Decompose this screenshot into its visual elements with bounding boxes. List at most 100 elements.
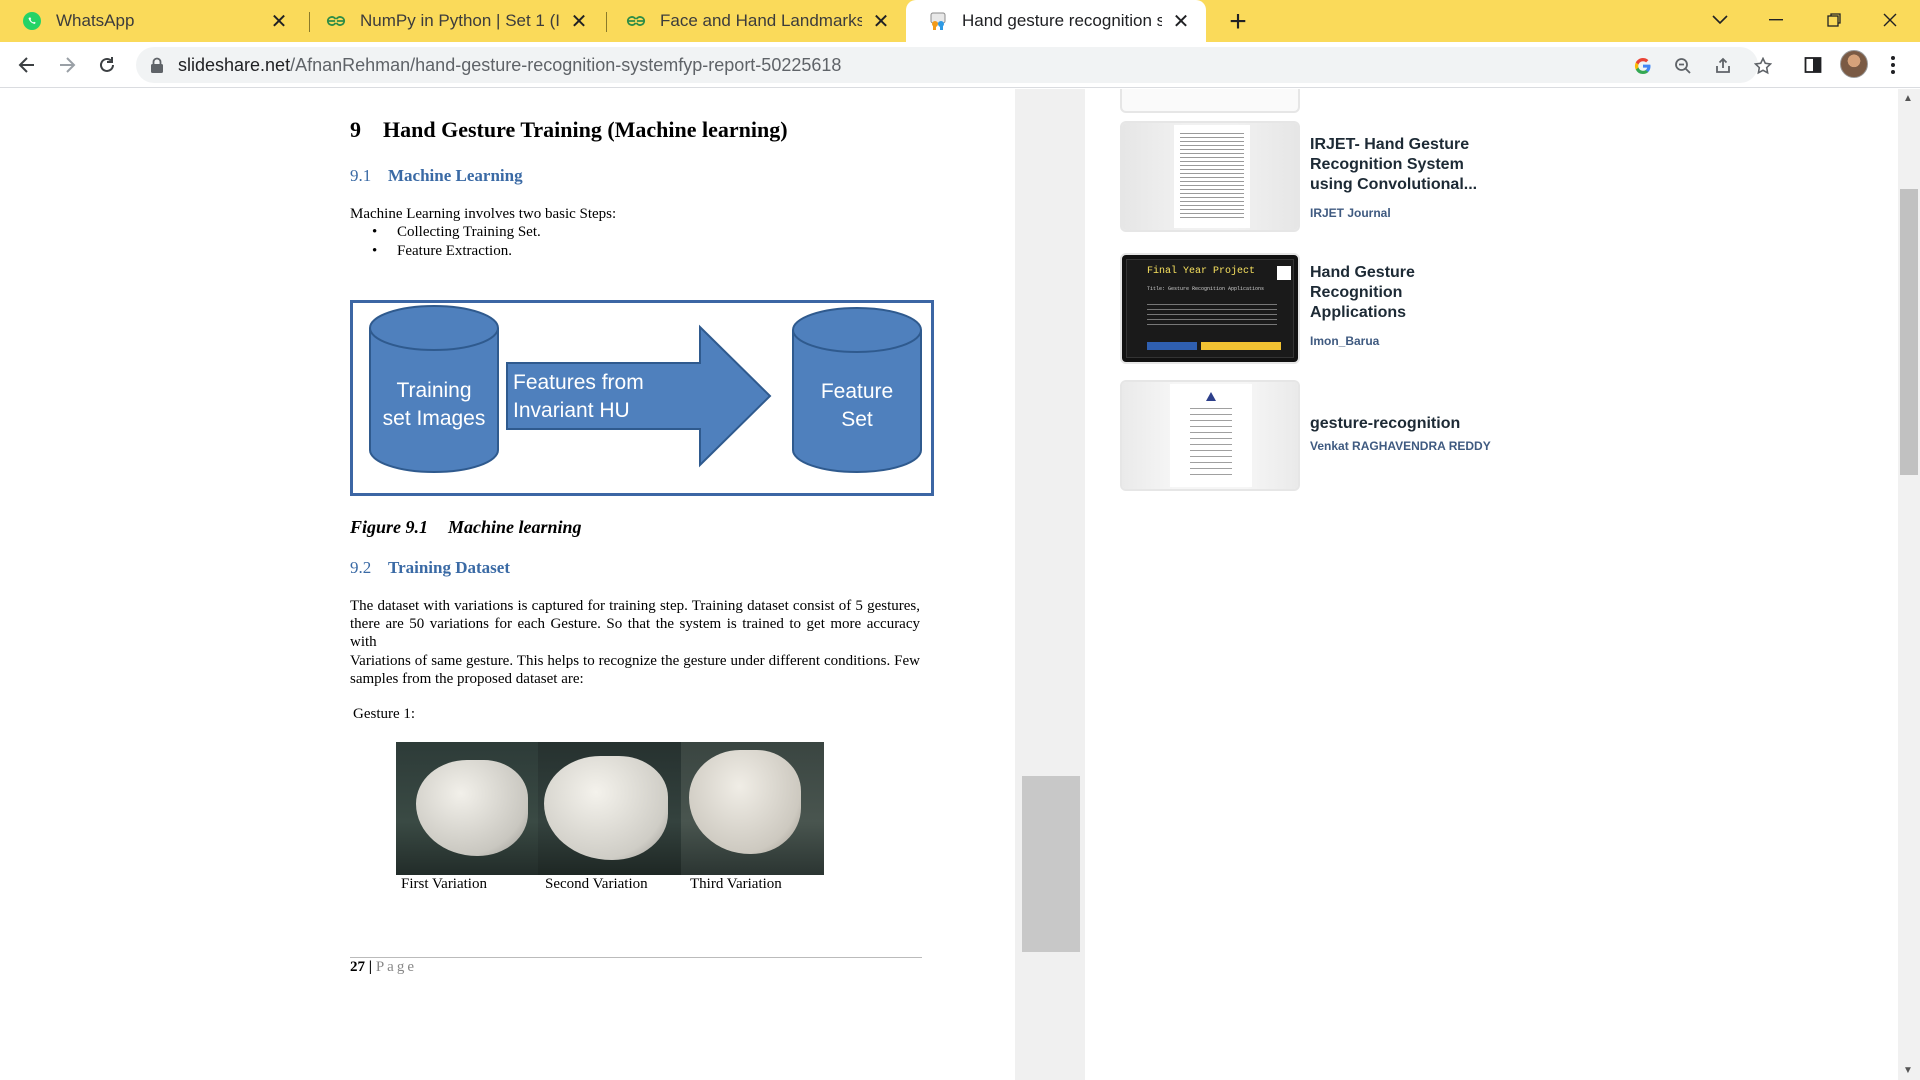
- page-separator: |: [368, 959, 373, 975]
- close-icon[interactable]: ✕: [870, 10, 892, 33]
- related-thumbnail-partial[interactable]: [1120, 89, 1300, 113]
- url-path: /AfnanRehman/hand-gesture-recognition-sy…: [290, 55, 842, 75]
- hand-shape: [689, 750, 801, 854]
- hand-shape: [416, 760, 528, 856]
- related-title[interactable]: Hand Gesture Recognition Applications: [1310, 263, 1490, 323]
- scroll-down-arrow-icon[interactable]: ▼: [1903, 1065, 1913, 1076]
- scroll-up-arrow-icon[interactable]: ▲: [1903, 93, 1913, 104]
- reload-icon[interactable]: [90, 48, 124, 82]
- tab-face-hand[interactable]: Face and Hand Landmarks Detec ✕: [604, 0, 906, 42]
- viewer-scroll-thumb[interactable]: [1022, 776, 1080, 952]
- thumbnail-text-lines: [1190, 408, 1232, 478]
- page-number: 27: [350, 959, 365, 975]
- close-icon[interactable]: ✕: [268, 10, 290, 33]
- gfg-icon: [626, 11, 646, 31]
- menu-kebab-icon[interactable]: [1880, 52, 1906, 78]
- thumbnail-page: [1170, 384, 1252, 487]
- diagram-label-left: Training set Images: [370, 377, 498, 433]
- label-line: Invariant HU: [513, 399, 630, 422]
- label-line: Training: [396, 379, 472, 402]
- gesture-photo: [538, 742, 681, 875]
- profile-avatar[interactable]: [1840, 50, 1868, 78]
- close-icon[interactable]: ✕: [568, 10, 590, 33]
- related-title[interactable]: IRJET- Hand Gesture Recognition System u…: [1310, 135, 1490, 195]
- subsection-number: 9.1: [350, 166, 372, 185]
- label-line: Feature: [820, 380, 894, 403]
- lock-icon[interactable]: [150, 57, 164, 78]
- thumbnail-slide-title: Final Year Project: [1147, 266, 1256, 277]
- related-thumbnail[interactable]: [1120, 121, 1300, 232]
- tab-title: Face and Hand Landmarks Detec: [660, 11, 862, 30]
- google-icon[interactable]: [1632, 55, 1654, 77]
- gesture-photo: [396, 742, 538, 875]
- minimize-icon[interactable]: [1748, 0, 1804, 40]
- gesture-label: Gesture 1:: [353, 706, 416, 722]
- address-bar[interactable]: slideshare.net/AfnanRehman/hand-gesture-…: [136, 47, 1772, 83]
- section-title: Hand Gesture Training (Machine learning): [383, 117, 788, 142]
- thumbnail-slide: Final Year Project Title: Gesture Recogn…: [1126, 259, 1294, 358]
- figure-title: Machine learning: [448, 517, 582, 537]
- subsection-title: Machine Learning: [388, 166, 523, 185]
- slideshare-icon: [928, 11, 948, 31]
- back-arrow-icon[interactable]: [10, 48, 44, 82]
- related-thumbnail[interactable]: [1120, 380, 1300, 491]
- subsection-title: Training Dataset: [388, 558, 510, 577]
- tab-title: WhatsApp: [56, 11, 135, 30]
- side-panel-icon[interactable]: [1800, 52, 1826, 78]
- paragraph: The dataset with variations is captured …: [350, 598, 920, 650]
- tab-whatsapp[interactable]: WhatsApp ✕: [0, 0, 304, 42]
- page-word: Page: [375, 959, 417, 975]
- related-thumbnail[interactable]: Final Year Project Title: Gesture Recogn…: [1120, 253, 1300, 364]
- footer-divider: [350, 957, 922, 958]
- tab-strip: WhatsApp ✕ NumPy in Python | Set 1 (Intr…: [0, 0, 1920, 42]
- figure-caption: Figure 9.1 Machine learning: [350, 517, 582, 538]
- tab-numpy[interactable]: NumPy in Python | Set 1 (Introdu ✕: [304, 0, 604, 42]
- url-text[interactable]: slideshare.net/AfnanRehman/hand-gesture-…: [178, 55, 841, 76]
- browser-toolbar: slideshare.net/AfnanRehman/hand-gesture-…: [0, 42, 1920, 88]
- bullet-list: Collecting Training Set. Feature Extract…: [372, 223, 541, 261]
- gfg-icon: [326, 11, 346, 31]
- page-scroll-thumb[interactable]: [1900, 189, 1918, 475]
- share-icon[interactable]: [1712, 55, 1734, 77]
- ml-diagram: Training set Images Features from Invari…: [350, 300, 934, 496]
- hand-shape: [544, 756, 668, 860]
- page-footer: 27 | Page: [350, 959, 417, 976]
- related-author[interactable]: Imon_Barua: [1310, 334, 1379, 348]
- gesture-photos: [396, 742, 824, 875]
- photo-caption: First Variation: [401, 876, 487, 892]
- thumbnail-slide-bar: [1147, 342, 1197, 350]
- tab-title: NumPy in Python | Set 1 (Introdu: [360, 11, 560, 30]
- label-line: Features from: [513, 371, 644, 394]
- whatsapp-icon: [22, 11, 42, 31]
- zoom-icon[interactable]: [1672, 55, 1694, 77]
- new-tab-plus-icon[interactable]: +: [1222, 5, 1254, 38]
- close-icon[interactable]: ✕: [1170, 10, 1192, 33]
- bookmark-star-icon[interactable]: [1752, 55, 1774, 77]
- document-page: 9 Hand Gesture Training (Machine learning…: [0, 89, 1015, 1080]
- related-title[interactable]: gesture-recognition: [1310, 414, 1490, 434]
- list-item: Feature Extraction.: [372, 242, 541, 261]
- figure-number: Figure 9.1: [350, 517, 429, 537]
- section-heading: 9 Hand Gesture Training (Machine learning…: [350, 117, 788, 143]
- subsection-heading: 9.2 Training Dataset: [350, 558, 510, 578]
- subsection-heading: 9.1 Machine Learning: [350, 166, 523, 186]
- thumbnail-slide-bar: [1201, 342, 1281, 350]
- close-window-icon[interactable]: [1862, 0, 1918, 40]
- page-content: 9 Hand Gesture Training (Machine learning…: [0, 89, 1920, 1080]
- intro-text: Machine Learning involves two basic Step…: [350, 206, 617, 222]
- related-author[interactable]: Venkat RAGHAVENDRA REDDY: [1310, 439, 1491, 453]
- related-author[interactable]: IRJET Journal: [1310, 206, 1391, 220]
- diagram-label-right: Feature Set: [793, 378, 921, 434]
- forward-arrow-icon[interactable]: [50, 48, 84, 82]
- thumbnail-page: [1174, 125, 1250, 228]
- subsection-number: 9.2: [350, 558, 372, 577]
- tab-search-chevron-icon[interactable]: [1692, 0, 1748, 40]
- photo-caption: Third Variation: [690, 876, 782, 892]
- section-number: 9: [350, 117, 361, 142]
- restore-icon[interactable]: [1806, 0, 1862, 40]
- list-item: Collecting Training Set.: [372, 223, 541, 242]
- gesture-photo: [681, 742, 824, 875]
- label-line: set Images: [382, 407, 486, 430]
- thumbnail-logo-icon: [1206, 392, 1216, 401]
- tab-hand-gesture[interactable]: Hand gesture recognition system ✕: [906, 0, 1206, 42]
